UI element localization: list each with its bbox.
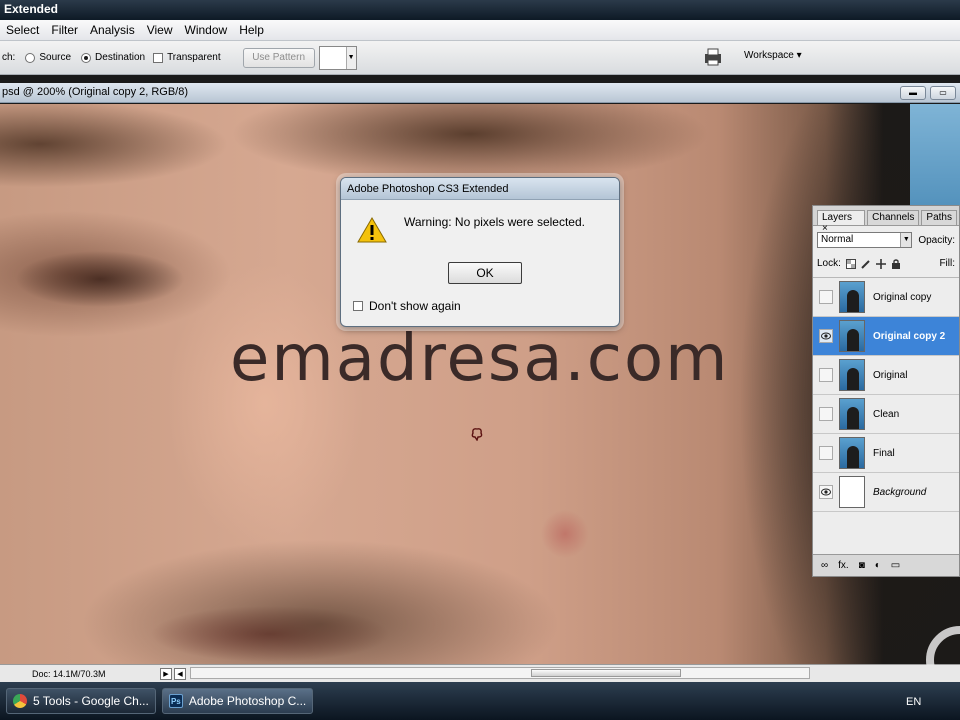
- document-title: psd @ 200% (Original copy 2, RGB/8): [2, 86, 189, 98]
- layer-row[interactable]: Final: [813, 434, 959, 473]
- taskbar-item-photoshop[interactable]: Ps Adobe Photoshop C...: [161, 688, 314, 714]
- language-indicator[interactable]: EN: [906, 696, 921, 708]
- taskbar: 5 Tools - Google Ch... Ps Adobe Photosho…: [0, 682, 960, 720]
- taskbar-item-chrome[interactable]: 5 Tools - Google Ch...: [6, 688, 156, 714]
- warning-message: Warning: No pixels were selected.: [404, 215, 585, 229]
- eye-icon[interactable]: [819, 329, 833, 343]
- blend-row: Normal ▼ Opacity:: [813, 226, 959, 250]
- menu-view[interactable]: View: [147, 23, 181, 37]
- chrome-icon: [13, 694, 27, 708]
- menu-filter[interactable]: Filter: [51, 23, 86, 37]
- photoshop-icon: Ps: [168, 694, 183, 708]
- fill-label: Fill:: [939, 258, 955, 269]
- document-title-bar: psd @ 200% (Original copy 2, RGB/8): [0, 83, 960, 103]
- app-title: Extended: [4, 2, 59, 16]
- lock-position-icon[interactable]: [875, 258, 886, 269]
- ok-button[interactable]: OK: [448, 262, 522, 284]
- lock-row: Lock: Fill:: [813, 250, 959, 278]
- source-radio[interactable]: [25, 52, 36, 63]
- minimize-button[interactable]: ▬: [900, 86, 926, 100]
- app-title-bar: Extended: [0, 0, 960, 20]
- menu-bar: Select Filter Analysis View Window Help: [0, 20, 960, 41]
- visibility-toggle[interactable]: [819, 446, 833, 460]
- menu-analysis[interactable]: Analysis: [90, 23, 143, 37]
- options-bar: ch: Source Destination Transparent Use P…: [0, 41, 960, 75]
- layer-row[interactable]: Original copy: [813, 278, 959, 317]
- visibility-toggle[interactable]: [819, 368, 833, 382]
- visibility-toggle[interactable]: [819, 290, 833, 304]
- doc-size: Doc: 14.1M/70.3M: [32, 668, 106, 679]
- status-menu-arrow-icon[interactable]: ▶: [160, 667, 172, 680]
- taskbar-item-label: Adobe Photoshop C...: [188, 694, 307, 708]
- source-label: Source: [39, 52, 72, 63]
- menu-select[interactable]: Select: [6, 23, 47, 37]
- layer-name: Background: [873, 486, 927, 498]
- layer-name: Final: [873, 447, 895, 459]
- tab-channels[interactable]: Channels: [867, 210, 920, 225]
- tab-layers[interactable]: Layers ×: [817, 210, 866, 234]
- mask-icon[interactable]: ◙: [859, 560, 865, 571]
- use-pattern-button[interactable]: Use Pattern: [242, 47, 315, 68]
- layer-thumbnail: [839, 320, 865, 352]
- layer-row-selected[interactable]: Original copy 2: [813, 317, 959, 356]
- layers-panel: Layers × Channels Paths Normal ▼ Opacity…: [812, 205, 960, 577]
- layer-thumbnail: [839, 359, 865, 391]
- layer-row[interactable]: Clean: [813, 395, 959, 434]
- layers-footer: ∞ fx. ◙ ◐ ▭: [813, 554, 959, 576]
- lock-all-icon[interactable]: [891, 258, 901, 269]
- horizontal-scrollbar[interactable]: [190, 667, 810, 679]
- tab-paths[interactable]: Paths: [921, 210, 957, 225]
- layer-name: Original: [873, 369, 908, 381]
- layer-thumbnail: [839, 281, 865, 313]
- chevron-down-icon[interactable]: ▼: [345, 46, 356, 69]
- group-icon[interactable]: ▭: [891, 560, 900, 571]
- layer-name: Clean: [873, 408, 900, 420]
- lock-pixels-icon[interactable]: [861, 259, 871, 269]
- pattern-picker[interactable]: ▼: [318, 45, 357, 70]
- layer-row[interactable]: Original: [813, 356, 959, 395]
- transparent-checkbox[interactable]: [153, 52, 164, 63]
- chevron-down-icon[interactable]: ▼: [900, 233, 912, 247]
- patch-label: ch:: [2, 52, 16, 63]
- dont-show-checkbox[interactable]: [353, 301, 363, 311]
- lock-transparency-icon[interactable]: [845, 258, 856, 269]
- taskbar-item-label: 5 Tools - Google Ch...: [33, 694, 149, 708]
- eye-icon[interactable]: [819, 485, 833, 499]
- dont-show-label: Don't show again: [369, 299, 461, 313]
- layer-name: Original copy 2: [873, 330, 946, 342]
- printer-icon[interactable]: [702, 47, 724, 67]
- warning-icon: [357, 217, 387, 243]
- opacity-label: Opacity:: [918, 234, 955, 246]
- patch-cursor-icon: [471, 428, 483, 441]
- fx-icon[interactable]: fx.: [838, 560, 849, 571]
- menu-help[interactable]: Help: [239, 23, 272, 37]
- screen: Extended Select Filter Analysis View Win…: [0, 0, 960, 720]
- layer-thumbnail: [839, 398, 865, 430]
- dont-show-again: Don't show again: [353, 299, 461, 313]
- menu-window[interactable]: Window: [185, 23, 236, 37]
- watermark-text: emadresa.com: [230, 322, 730, 396]
- warning-dialog: Adobe Photoshop CS3 Extended Warning: No…: [340, 177, 620, 327]
- layer-thumbnail: [839, 437, 865, 469]
- layer-name: Original copy: [873, 291, 932, 303]
- blend-mode-select[interactable]: Normal ▼: [817, 232, 913, 248]
- blend-mode-value: Normal: [821, 234, 854, 245]
- scroll-thumb[interactable]: [531, 669, 681, 677]
- scroll-left-icon[interactable]: ◀: [174, 667, 186, 680]
- destination-label: Destination: [95, 52, 146, 63]
- link-icon[interactable]: ∞: [821, 560, 828, 571]
- layer-row[interactable]: Background: [813, 473, 959, 512]
- adjustment-icon[interactable]: ◐: [875, 560, 881, 571]
- workspace-menu[interactable]: Workspace ▾: [744, 50, 802, 61]
- dialog-title: Adobe Photoshop CS3 Extended: [341, 178, 619, 200]
- destination-radio[interactable]: [81, 52, 92, 63]
- transparent-label: Transparent: [167, 52, 221, 63]
- maximize-button[interactable]: ▭: [930, 86, 956, 100]
- layer-thumbnail: [839, 476, 865, 508]
- lock-label: Lock:: [817, 258, 841, 269]
- panel-tabs: Layers × Channels Paths: [813, 206, 959, 234]
- visibility-toggle[interactable]: [819, 407, 833, 421]
